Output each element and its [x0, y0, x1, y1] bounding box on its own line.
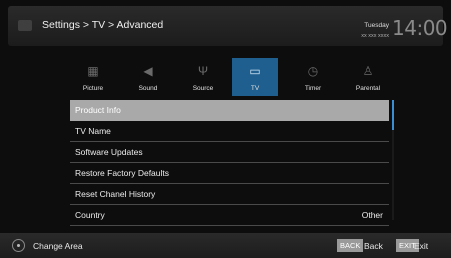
tv-settings-screen: Settings > TV > Advanced Tuesday xx xxx … — [0, 0, 451, 258]
clock: 14:00 — [392, 16, 448, 40]
tab-sound[interactable]: ◀ Sound — [125, 58, 171, 96]
tab-picture[interactable]: ▦ Picture — [70, 58, 116, 96]
menu-item-label: Restore Factory Defaults — [75, 168, 170, 178]
menu-item-label: Software Updates — [75, 147, 143, 157]
timer-icon: ◷ — [307, 64, 319, 78]
menu-item-product-info[interactable]: Product Info — [70, 100, 389, 121]
footer-bar: Change Area BACK Back EXIT Exit — [0, 233, 451, 258]
tab-timer-label: Timer — [304, 85, 322, 92]
sound-icon: ◀ — [143, 64, 153, 78]
menu-item-software-updates[interactable]: Software Updates — [70, 142, 389, 163]
parental-icon: ♙ — [362, 64, 374, 78]
tab-timer[interactable]: ◷ Timer — [290, 58, 336, 96]
change-area-hint: Change Area — [33, 241, 83, 251]
menu-scrollbar[interactable] — [392, 100, 394, 220]
tv-icon: ▭ — [249, 64, 261, 78]
menu-item-label: TV Name — [75, 126, 111, 136]
tab-tv[interactable]: ▭ TV — [232, 58, 278, 96]
exit-hint: Exit — [414, 241, 429, 251]
day-label: Tuesday — [364, 22, 389, 29]
menu-item-tv-name[interactable]: TV Name — [70, 121, 389, 142]
tab-sound-label: Sound — [138, 85, 158, 92]
tab-source-label: Source — [192, 85, 214, 92]
back-hint: Back — [364, 241, 383, 251]
menu-item-value: Other — [361, 210, 383, 220]
date-label: xx xxx xxxx — [361, 33, 389, 39]
menu-item-label: Reset Chanel History — [75, 189, 156, 199]
dpad-icon — [12, 239, 25, 252]
menu-item-label: Product Info — [75, 105, 121, 115]
header-bar: Settings > TV > Advanced Tuesday xx xxx … — [8, 6, 448, 46]
menu-item-restore-factory-defaults[interactable]: Restore Factory Defaults — [70, 163, 389, 184]
picture-icon: ▦ — [87, 64, 99, 78]
settings-icon — [18, 20, 32, 31]
menu-item-label: Country — [75, 210, 105, 220]
menu-item-country[interactable]: Country Other — [70, 205, 389, 226]
antenna-icon: Ψ — [197, 64, 209, 78]
breadcrumb: Settings > TV > Advanced — [42, 19, 164, 31]
tab-parental-label: Parental — [355, 85, 381, 92]
tab-tv-label: TV — [250, 85, 260, 92]
tab-parental[interactable]: ♙ Parental — [345, 58, 391, 96]
settings-menu: Product Info TV Name Software Updates Re… — [70, 100, 389, 226]
tab-source[interactable]: Ψ Source — [180, 58, 226, 96]
category-bar: ▦ Picture ◀ Sound Ψ Source ▭ TV ◷ Timer … — [70, 58, 392, 96]
back-key[interactable]: BACK — [337, 239, 364, 252]
tab-picture-label: Picture — [82, 85, 104, 92]
menu-item-reset-chanel-history[interactable]: Reset Chanel History — [70, 184, 389, 205]
scrollbar-thumb[interactable] — [392, 100, 394, 130]
